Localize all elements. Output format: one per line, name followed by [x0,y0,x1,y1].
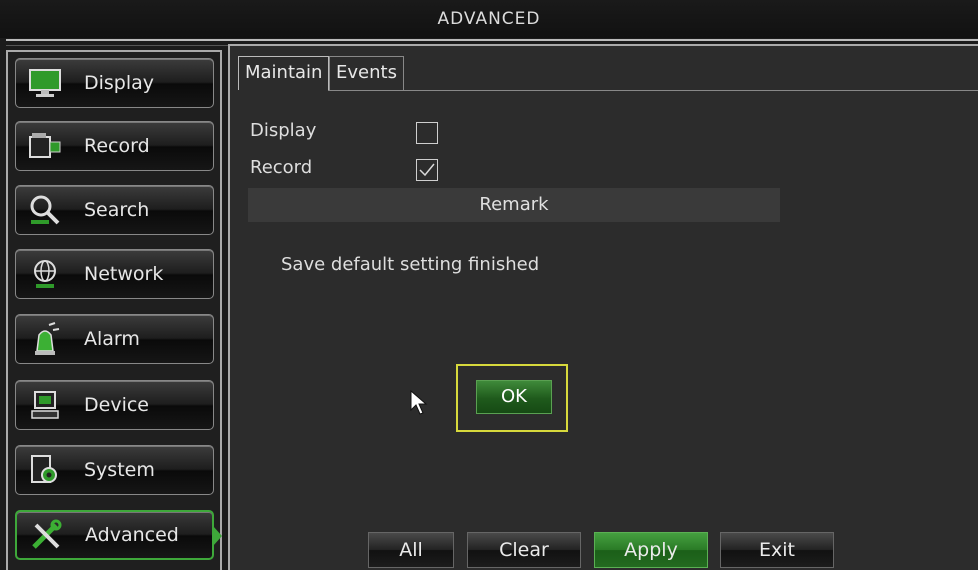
sidebar-item-label: Search [84,199,150,221]
all-button[interactable]: All [368,532,454,568]
checkmark-icon [419,163,435,177]
siren-icon [26,320,64,358]
main-panel: Maintain Events Display Record Remark Sa… [228,44,978,570]
sidebar-item-network[interactable]: Network [15,249,214,299]
sidebar: Display Record Search Network Alarm Devi… [6,50,222,570]
sidebar-item-label: Device [84,394,149,416]
tab-maintain[interactable]: Maintain [238,56,330,90]
display-option-label: Display [250,120,317,141]
sidebar-item-system[interactable]: System [15,445,214,495]
sidebar-item-alarm[interactable]: Alarm [15,314,214,364]
sidebar-item-display[interactable]: Display [15,58,214,108]
tools-icon [27,516,65,554]
tab-events[interactable]: Events [329,56,404,90]
sidebar-item-label: Network [84,263,164,285]
active-indicator [213,526,222,546]
clear-button[interactable]: Clear [467,532,581,568]
sidebar-item-advanced[interactable]: Advanced [15,510,222,560]
gear-icon [26,451,64,489]
sidebar-item-search[interactable]: Search [15,185,214,235]
tab-divider [328,90,978,91]
status-message: Save default setting finished [281,254,540,275]
apply-button[interactable]: Apply [594,532,708,568]
ok-button[interactable]: OK [476,380,552,414]
record-checkbox[interactable] [416,159,438,181]
computer-icon [26,386,64,424]
magnifier-icon [26,191,64,229]
sidebar-item-device[interactable]: Device [15,380,214,430]
exit-button[interactable]: Exit [720,532,834,568]
sidebar-item-label: Alarm [84,328,140,350]
sidebar-item-label: System [84,459,155,481]
ok-highlight: OK [456,364,568,432]
globe-icon [26,255,64,293]
sidebar-item-label: Record [84,135,150,157]
mouse-pointer-icon [410,390,428,415]
sidebar-item-label: Advanced [85,524,179,546]
monitor-icon [26,64,64,102]
camera-icon [26,127,64,165]
sidebar-item-label: Display [84,72,155,94]
window-title: ADVANCED [0,0,978,38]
remark-header: Remark [248,188,780,222]
record-option-label: Record [250,157,313,178]
display-checkbox[interactable] [416,122,438,144]
sidebar-item-record[interactable]: Record [15,121,214,171]
